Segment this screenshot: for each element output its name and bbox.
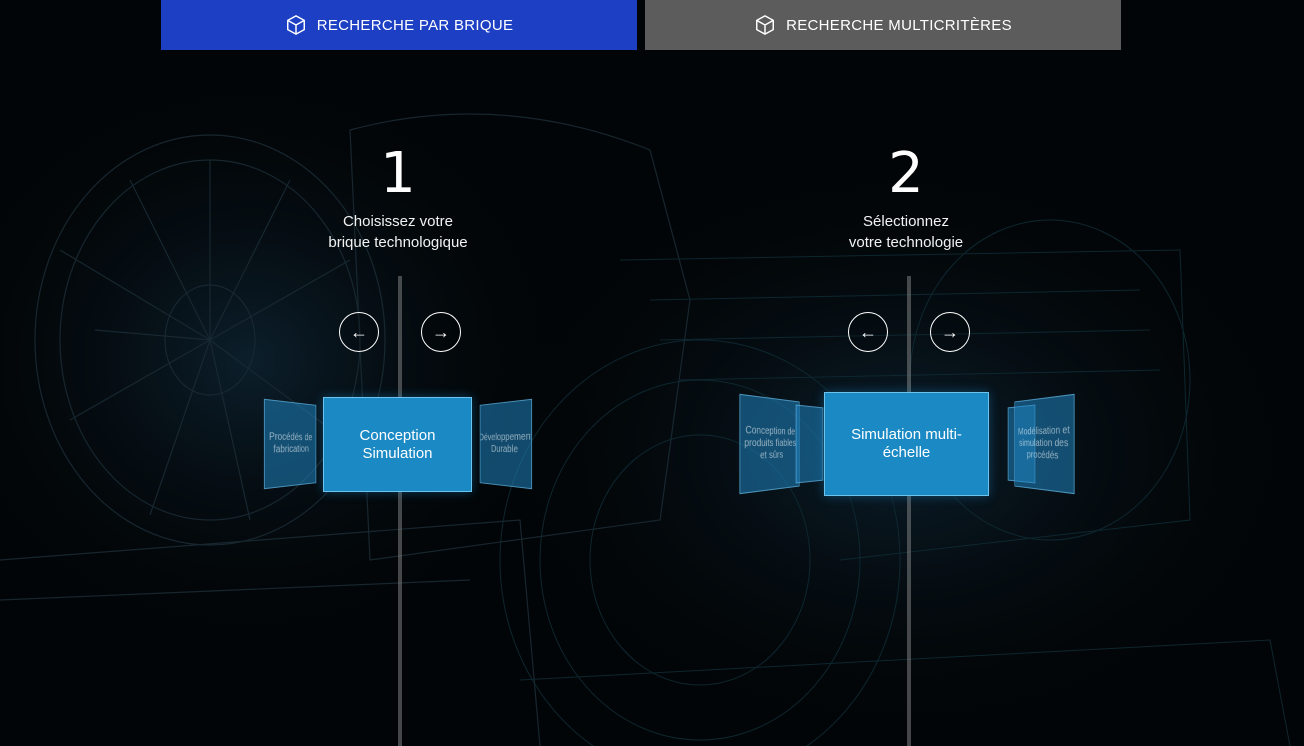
technologie-card-left-far[interactable]: Conception de produits fiables et sûrs bbox=[739, 393, 800, 495]
step-2-next-button[interactable]: → bbox=[930, 312, 970, 352]
brique-card-right[interactable]: Développement Durable bbox=[479, 398, 533, 490]
step-1-instruction: Choisissez votre brique technologique bbox=[278, 211, 518, 253]
brique-card-selected[interactable]: Conception Simulation bbox=[323, 397, 472, 492]
step-1-divider-line bbox=[398, 276, 402, 746]
step-2-instruction-line1: Sélectionnez bbox=[863, 213, 949, 230]
tab-recherche-multicriteres[interactable]: RECHERCHE MULTICRITÈRES bbox=[645, 0, 1121, 50]
step-2-prev-button[interactable]: ← bbox=[848, 312, 888, 352]
step-2-instruction-line2: votre technologie bbox=[848, 234, 964, 251]
step-2-divider-line bbox=[907, 276, 911, 746]
step-1-next-button[interactable]: → bbox=[421, 312, 461, 352]
cube-icon bbox=[756, 15, 775, 35]
step-2-instruction: Sélectionnez votre technologie bbox=[786, 211, 1026, 253]
page-root: RECHERCHE PAR BRIQUE RECHERCHE MULTICRIT… bbox=[0, 0, 1304, 746]
tab-label: RECHERCHE PAR BRIQUE bbox=[316, 16, 514, 34]
step-1-instruction-line1: Choisissez votre bbox=[342, 213, 454, 230]
brique-card-left[interactable]: Procédés de fabrication bbox=[263, 398, 317, 490]
tab-recherche-par-brique[interactable]: RECHERCHE PAR BRIQUE bbox=[161, 0, 637, 50]
arrow-left-icon: ← bbox=[350, 321, 368, 342]
arrow-right-icon: → bbox=[941, 321, 959, 342]
tab-label: RECHERCHE MULTICRITÈRES bbox=[786, 16, 1012, 34]
step-1-instruction-line2: brique technologique bbox=[328, 234, 468, 251]
arrow-left-icon: ← bbox=[859, 321, 877, 342]
technologie-card-selected[interactable]: Simulation multi-échelle bbox=[824, 392, 989, 496]
cube-icon bbox=[286, 15, 305, 35]
step-1-number: 1 bbox=[380, 141, 416, 206]
arrow-right-icon: → bbox=[432, 321, 450, 342]
step-2-number: 2 bbox=[888, 141, 924, 206]
technologie-card-right-far[interactable]: Modélisation et simulation des procédés bbox=[1014, 393, 1075, 495]
technologie-card-left-near[interactable] bbox=[795, 404, 824, 484]
engine-background-image bbox=[0, 0, 1304, 746]
step-1-prev-button[interactable]: ← bbox=[339, 312, 379, 352]
